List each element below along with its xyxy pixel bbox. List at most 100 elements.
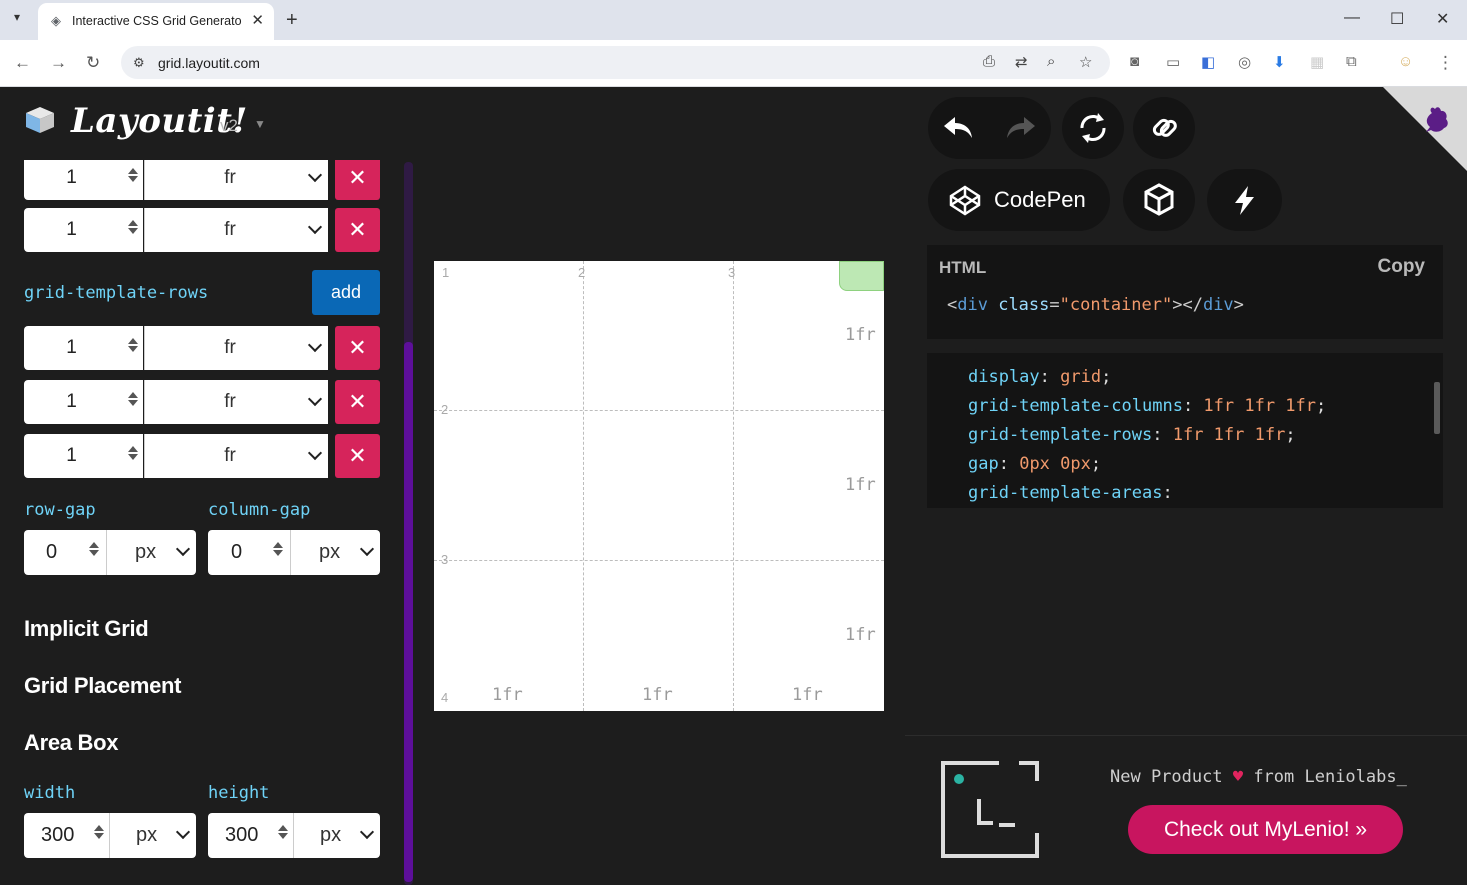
track-size-input[interactable]: 1 (24, 326, 143, 370)
profile-avatar-icon[interactable]: ☺ (1398, 53, 1413, 70)
cast-extension-icon[interactable]: ▭ (1166, 53, 1180, 71)
remove-track-button[interactable]: ✕ (335, 380, 380, 424)
download-extension-icon[interactable]: ⬇ (1273, 53, 1286, 71)
track-unit-select[interactable]: fr (144, 380, 328, 424)
quick-actions-button[interactable] (1207, 169, 1282, 231)
remove-track-button[interactable]: ✕ (335, 434, 380, 478)
template-column-row: 1 fr ✕ (24, 208, 380, 252)
omnibox[interactable]: ⚙ grid.layoutit.com ⎙ ⇄ ⌕ ☆ (121, 46, 1110, 79)
template-row-row: 1 fr ✕ (24, 380, 380, 424)
column-gap-unit-select[interactable]: px (290, 530, 380, 575)
refresh-icon (1080, 113, 1106, 143)
version-label[interactable]: v2 (220, 116, 238, 136)
codepen-button[interactable]: CodePen (928, 169, 1110, 231)
translate-extension-icon[interactable]: ◧ (1201, 53, 1215, 71)
track-unit-select[interactable]: fr (144, 208, 328, 252)
reset-button[interactable] (1062, 97, 1124, 159)
stepper-icon[interactable] (276, 823, 289, 847)
stepper-icon[interactable] (126, 444, 139, 468)
extensions-puzzle-icon[interactable]: ⧉ (1346, 53, 1357, 70)
stepper-icon[interactable] (126, 166, 139, 190)
stepper-icon[interactable] (271, 540, 284, 564)
back-icon[interactable]: ← (14, 53, 31, 73)
translate-icon[interactable]: ⇄ (1015, 53, 1028, 71)
column-gap-input[interactable]: 0 (208, 530, 290, 575)
github-corner-icon[interactable] (1383, 87, 1467, 171)
css-panel-scrollbar[interactable] (1434, 382, 1440, 434)
row-line-number: 2 (441, 402, 449, 417)
install-app-icon[interactable]: ⎙ (983, 53, 995, 70)
html-panel-title: HTML (939, 258, 987, 277)
stepper-icon[interactable] (126, 390, 139, 414)
undo-icon[interactable] (941, 113, 975, 143)
left-panel: 1 fr ✕ 1 fr ✕ grid-template-rows add 1 f… (0, 160, 402, 885)
bookmark-star-icon[interactable]: ☆ (1079, 53, 1092, 71)
grid-area-handle[interactable] (839, 261, 884, 291)
track-unit-select[interactable]: fr (144, 160, 328, 200)
chevron-down-icon (175, 824, 191, 840)
column-line (583, 261, 584, 711)
share-link-button[interactable] (1133, 97, 1195, 159)
remove-track-button[interactable]: ✕ (335, 326, 380, 370)
forward-icon[interactable]: → (50, 53, 67, 73)
html-code[interactable]: <div class="container"></div> (947, 295, 1244, 315)
width-unit-select[interactable]: px (109, 813, 196, 858)
maximize-button[interactable]: ☐ (1390, 9, 1404, 29)
track-size-input[interactable]: 1 (24, 160, 143, 200)
window-close-button[interactable]: ✕ (1436, 9, 1449, 29)
version-caret-icon[interactable]: ▼ (254, 117, 266, 131)
width-input[interactable]: 300 (24, 813, 109, 858)
minimize-button[interactable]: — (1344, 9, 1360, 27)
left-panel-scrollbar[interactable] (404, 162, 413, 885)
row-line (434, 410, 884, 411)
new-tab-button[interactable]: + (286, 9, 298, 32)
blank-extension-icon[interactable]: ▦ (1310, 53, 1324, 71)
redo-icon[interactable] (1004, 113, 1038, 143)
row-gap-label: row-gap (24, 500, 96, 520)
column-line (733, 261, 734, 711)
export-3d-button[interactable] (1123, 169, 1195, 231)
stepper-icon[interactable] (126, 218, 139, 242)
privacy-extension-icon[interactable]: ◎ (1238, 53, 1251, 71)
stepper-icon[interactable] (126, 336, 139, 360)
area-box-heading[interactable]: Area Box (24, 730, 119, 756)
track-size-input[interactable]: 1 (24, 380, 143, 424)
height-input[interactable]: 300 (208, 813, 293, 858)
column-line-number: 2 (578, 265, 586, 280)
site-info-icon[interactable]: ⚙ (133, 55, 145, 71)
track-size-input[interactable]: 1 (24, 434, 143, 478)
stepper-icon[interactable] (87, 540, 100, 564)
tab-search-icon[interactable]: ▾ (14, 10, 20, 24)
height-unit-select[interactable]: px (293, 813, 380, 858)
tab-favicon-icon: ◈ (51, 13, 61, 28)
column-gap-label: column-gap (208, 500, 311, 520)
remove-track-button[interactable]: ✕ (335, 160, 380, 200)
url-text[interactable]: grid.layoutit.com (158, 55, 260, 71)
reload-icon[interactable]: ↻ (86, 53, 100, 73)
track-size-input[interactable]: 1 (24, 208, 143, 252)
stepper-icon[interactable] (92, 823, 105, 847)
grid-preview[interactable]: 1 2 3 2 3 4 1fr 1fr 1fr 1fr 1fr 1fr (434, 261, 884, 711)
grid-placement-heading[interactable]: Grid Placement (24, 673, 182, 699)
cube-logo-icon (26, 107, 54, 133)
implicit-grid-heading[interactable]: Implicit Grid (24, 616, 149, 642)
lightning-icon (1235, 186, 1254, 215)
zoom-icon[interactable]: ⌕ (1047, 53, 1055, 70)
chevron-down-icon (175, 541, 191, 557)
browser-tab[interactable]: ◈ Interactive CSS Grid Generator ✕ (38, 3, 274, 40)
chevron-down-icon (359, 824, 375, 840)
row-line (434, 560, 884, 561)
browser-menu-icon[interactable]: ⋮ (1437, 53, 1454, 73)
tab-close-icon[interactable]: ✕ (251, 11, 264, 29)
add-row-button[interactable]: add (312, 270, 380, 315)
track-unit-select[interactable]: fr (144, 326, 328, 370)
check-out-mylenio-button[interactable]: Check out MyLenio! » (1128, 805, 1403, 854)
copy-html-button[interactable]: Copy (1378, 256, 1426, 278)
row-gap-unit-select[interactable]: px (106, 530, 196, 575)
row-gap-input[interactable]: 0 (24, 530, 106, 575)
remove-track-button[interactable]: ✕ (335, 208, 380, 252)
scrollbar-thumb[interactable] (404, 342, 413, 882)
camera-extension-icon[interactable]: ◙ (1130, 53, 1139, 70)
css-code-panel[interactable]: display: grid; grid-template-columns: 1f… (927, 353, 1443, 508)
track-unit-select[interactable]: fr (144, 434, 328, 478)
